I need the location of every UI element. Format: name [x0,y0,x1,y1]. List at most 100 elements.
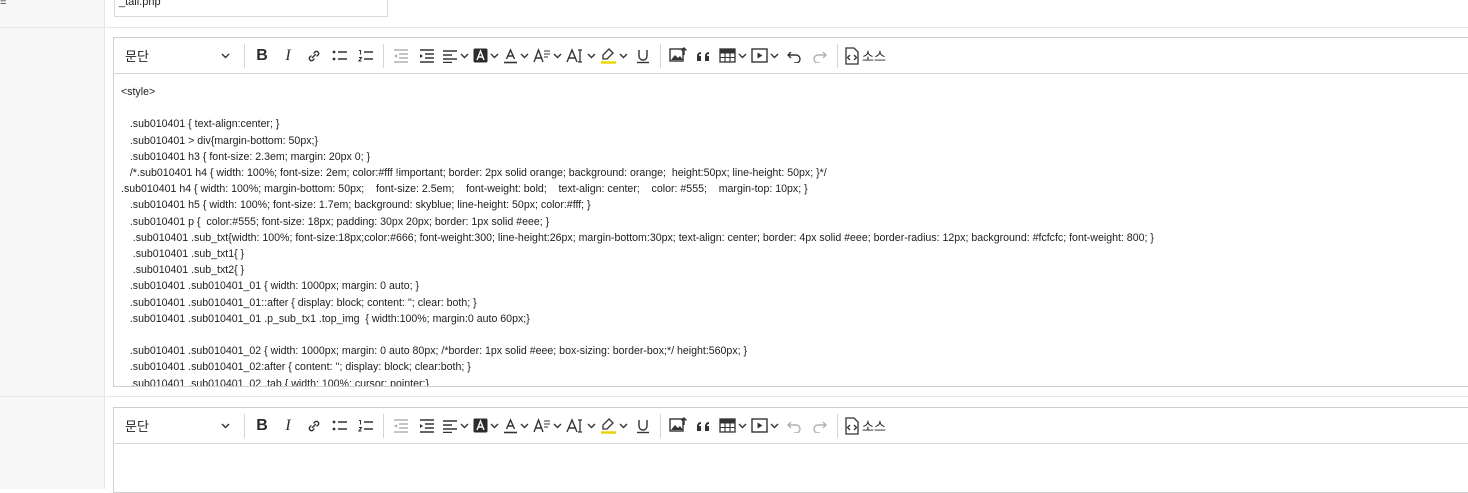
filename-field[interactable]: _tail.php [114,0,388,17]
code-line: .sub010401 .sub_txt{width: 100%; font-si… [121,231,1154,244]
chevron-down-icon [553,53,562,58]
code-line: .sub010401 .sub010401_02:after { content… [121,361,471,374]
row-label: = [0,0,7,9]
font-size-dropdown[interactable] [531,43,564,69]
redo-button[interactable] [807,413,833,439]
underline-icon [637,49,649,63]
undo-button[interactable] [781,413,807,439]
indent-button[interactable] [414,43,440,69]
underline-icon [637,419,649,433]
editor-content-area[interactable] [114,444,1468,492]
font-background-color-dropdown[interactable] [471,413,501,439]
paragraph-style-dropdown[interactable]: 문단 [114,38,240,73]
bullet-list-icon [332,420,347,430]
source-button[interactable]: 소스 [842,413,888,439]
font-family-icon [566,47,582,63]
toolbar-separator [837,413,838,438]
align-dropdown[interactable] [440,413,471,439]
paragraph-style-label: 문단 [125,419,149,434]
chevron-down-icon [490,53,499,58]
indent-icon [420,48,434,63]
redo-button[interactable] [807,43,833,69]
font-family-dropdown[interactable] [564,413,598,439]
code-line: .sub010401 h4 { width: 100%; margin-bott… [121,183,808,196]
table-icon [719,418,736,433]
code-line: .sub010401 { text-align:center; } [121,118,280,131]
code-line: <style> [121,86,156,98]
blockquote-button[interactable] [691,413,717,439]
source-button[interactable]: 소스 [842,43,888,69]
highlight-dropdown[interactable] [598,43,630,69]
paragraph-style-dropdown[interactable]: 문단 [114,408,240,443]
outdent-button[interactable] [388,43,414,69]
highlight-icon [601,48,616,64]
chevron-down-icon [520,53,529,58]
table-icon [719,48,736,63]
editor-toolbar: 문단 B I 소스 [114,38,1468,74]
chevron-down-icon [490,423,499,428]
link-icon [308,420,320,431]
media-embed-dropdown[interactable] [749,413,781,439]
underline-button[interactable] [630,413,656,439]
blockquote-icon [697,51,709,61]
image-upload-button[interactable] [665,413,691,439]
code-line: .sub010401 .sub_txt2{ } [121,264,245,277]
editor-toolbar: 문단 B I 소스 [114,408,1468,444]
code-line: .sub010401 .sub010401_02 { width: 1000px… [121,345,748,358]
bullet-list-button[interactable] [327,43,353,69]
toolbar-separator [837,43,838,68]
blockquote-button[interactable] [691,43,717,69]
underline-button[interactable] [630,43,656,69]
numbered-list-button[interactable] [353,43,379,69]
toolbar-separator [383,413,384,438]
image-upload-icon [668,47,687,62]
numbered-list-button[interactable] [353,413,379,439]
bold-button[interactable]: B [249,43,275,69]
font-color-dropdown[interactable] [501,43,531,69]
bullet-list-button[interactable] [327,413,353,439]
undo-button[interactable] [781,43,807,69]
italic-icon: I [285,46,291,64]
chevron-down-icon [738,423,747,428]
indent-button[interactable] [414,413,440,439]
bold-button[interactable]: B [249,413,275,439]
link-button[interactable] [301,413,327,439]
font-family-dropdown[interactable] [564,43,598,69]
indent-icon [420,418,434,433]
align-icon [443,49,457,63]
source-code-textarea[interactable]: <style> .sub010401 { text-align:center; … [114,74,1468,386]
link-button[interactable] [301,43,327,69]
toolbar-separator [660,413,661,438]
table-dropdown[interactable] [717,43,749,69]
chevron-down-icon [619,53,628,58]
toolbar-separator [660,43,661,68]
align-icon [443,419,457,433]
paragraph-style-label: 문단 [125,49,149,64]
outdent-button[interactable] [388,413,414,439]
align-dropdown[interactable] [440,43,471,69]
font-size-dropdown[interactable] [531,413,564,439]
font-background-color-dropdown[interactable] [471,43,501,69]
chevron-down-icon [738,53,747,58]
undo-icon [787,421,801,433]
label-column [0,0,105,489]
chevron-down-icon [587,423,596,428]
font-color-dropdown[interactable] [501,413,531,439]
code-line: .sub010401 h3 { font-size: 2.3em; margin… [121,150,371,163]
font-background-color-icon [473,418,488,433]
highlight-dropdown[interactable] [598,413,630,439]
numbered-list-icon [357,49,373,62]
media-embed-icon [751,418,768,433]
italic-button[interactable]: I [275,413,301,439]
font-color-icon [504,47,517,63]
media-embed-dropdown[interactable] [749,43,781,69]
blockquote-icon [697,421,709,431]
table-dropdown[interactable] [717,413,749,439]
image-upload-button[interactable] [665,43,691,69]
chevron-down-icon [221,53,230,58]
italic-button[interactable]: I [275,43,301,69]
redo-icon [813,51,827,63]
code-line: .sub010401 .sub010401_01 { width: 1000px… [121,280,420,293]
